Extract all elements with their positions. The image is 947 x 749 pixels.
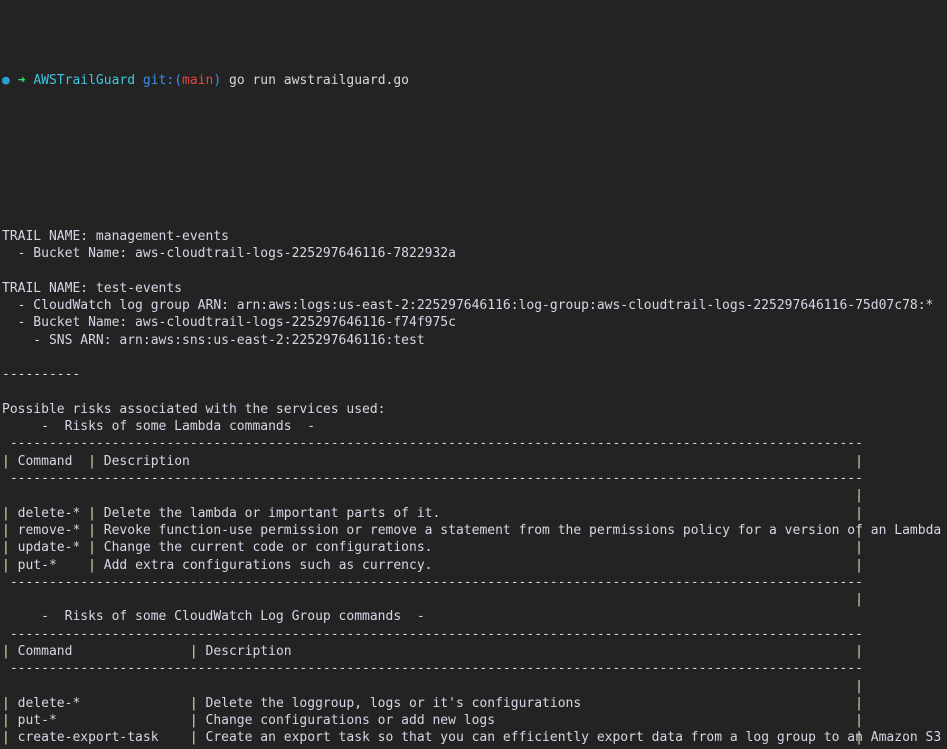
spacer: | <box>0 487 947 504</box>
trail-detail: - Bucket Name: aws-cloudtrail-logs-22529… <box>2 246 456 262</box>
table-header-row: | Command | Description | <box>2 453 863 469</box>
prompt-line: ● ➜ AWSTrailGuard git:(main) go run awst… <box>0 72 947 89</box>
table-right-border: | <box>855 453 863 469</box>
section-separator: ---------- <box>2 367 81 383</box>
terminal-screen[interactable]: ● ➜ AWSTrailGuard git:(main) go run awst… <box>0 0 947 749</box>
table-row: | delete-* | Delete the loggroup, logs o… <box>2 695 863 711</box>
table-row: | put-* | Add extra configurations such … <box>2 557 863 573</box>
table-right-border: | <box>855 643 863 659</box>
trail-detail: - CloudWatch log group ARN: arn:aws:logs… <box>2 298 934 314</box>
table-right-border: | <box>855 540 863 556</box>
trail-name: TRAIL NAME: test-events <box>2 280 183 296</box>
spacer: | <box>0 678 947 695</box>
table-rule: ----------------------------------------… <box>2 436 863 452</box>
prompt-git-branch: main <box>182 73 214 89</box>
risks-heading: Possible risks associated with the servi… <box>2 401 386 417</box>
table-row: | update-* | Change the current code or … <box>2 540 863 556</box>
trail-detail: - Bucket Name: aws-cloudtrail-logs-22529… <box>2 315 456 331</box>
prompt-command: go run awstrailguard.go <box>229 73 410 89</box>
terminal-window: ● ➜ AWSTrailGuard git:(main) go run awst… <box>0 0 947 749</box>
table-title: - Risks of some CloudWatch Log Group com… <box>2 609 425 625</box>
spacer: | <box>0 591 947 608</box>
trail-name: TRAIL NAME: management-events <box>2 228 229 244</box>
table-row: | put-* | Change configurations or add n… <box>2 713 863 729</box>
table-row: | remove-* | Revoke function-use permiss… <box>2 522 947 538</box>
table-right-border: | <box>855 557 863 573</box>
prompt-git-prefix: git:( <box>142 73 183 89</box>
prompt-arrow-icon: ➜ <box>17 73 26 89</box>
prompt-git-suffix: ) <box>213 73 222 89</box>
table-header-row: | Command | Description | <box>2 643 863 659</box>
table-right-border: | <box>855 592 863 608</box>
table-right-border: | <box>855 522 863 538</box>
table-rule: ----------------------------------------… <box>2 471 863 487</box>
table-row: | create-export-task | Create an export … <box>2 730 947 746</box>
command-output: TRAIL NAME: management-events - Bucket N… <box>0 228 947 749</box>
table-right-border: | <box>855 730 863 746</box>
table-right-border: | <box>855 488 863 504</box>
table-rule: ----------------------------------------… <box>2 626 863 642</box>
prompt-dot-icon: ● <box>2 73 10 89</box>
table-title: - Risks of some Lambda commands - <box>2 419 316 435</box>
prompt-directory: AWSTrailGuard <box>33 73 136 89</box>
table-right-border: | <box>855 695 863 711</box>
table-right-border: | <box>855 505 863 521</box>
table-right-border: | <box>855 678 863 694</box>
table-rule: ----------------------------------------… <box>2 661 863 677</box>
table-row: | delete-* | Delete the lambda or import… <box>2 505 863 521</box>
table-rule: ----------------------------------------… <box>2 574 863 590</box>
trail-detail: - SNS ARN: arn:aws:sns:us-east-2:2252976… <box>2 332 425 348</box>
table-right-border: | <box>855 713 863 729</box>
